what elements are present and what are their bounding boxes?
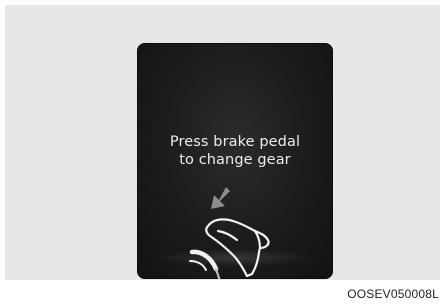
display-message: Press brake pedal to change gear <box>137 133 333 169</box>
cluster-display: Press brake pedal to change gear <box>137 43 333 279</box>
message-line-1: Press brake pedal <box>169 134 301 150</box>
brake-pedal-illustration <box>189 187 270 279</box>
message-line-2: to change gear <box>179 152 291 168</box>
arrow-down-left-icon <box>211 187 230 209</box>
figure-panel: Press brake pedal to change gear <box>5 5 440 280</box>
figure-code: OOSEV050008L <box>347 287 439 301</box>
brake-pedal-icon <box>189 249 221 279</box>
